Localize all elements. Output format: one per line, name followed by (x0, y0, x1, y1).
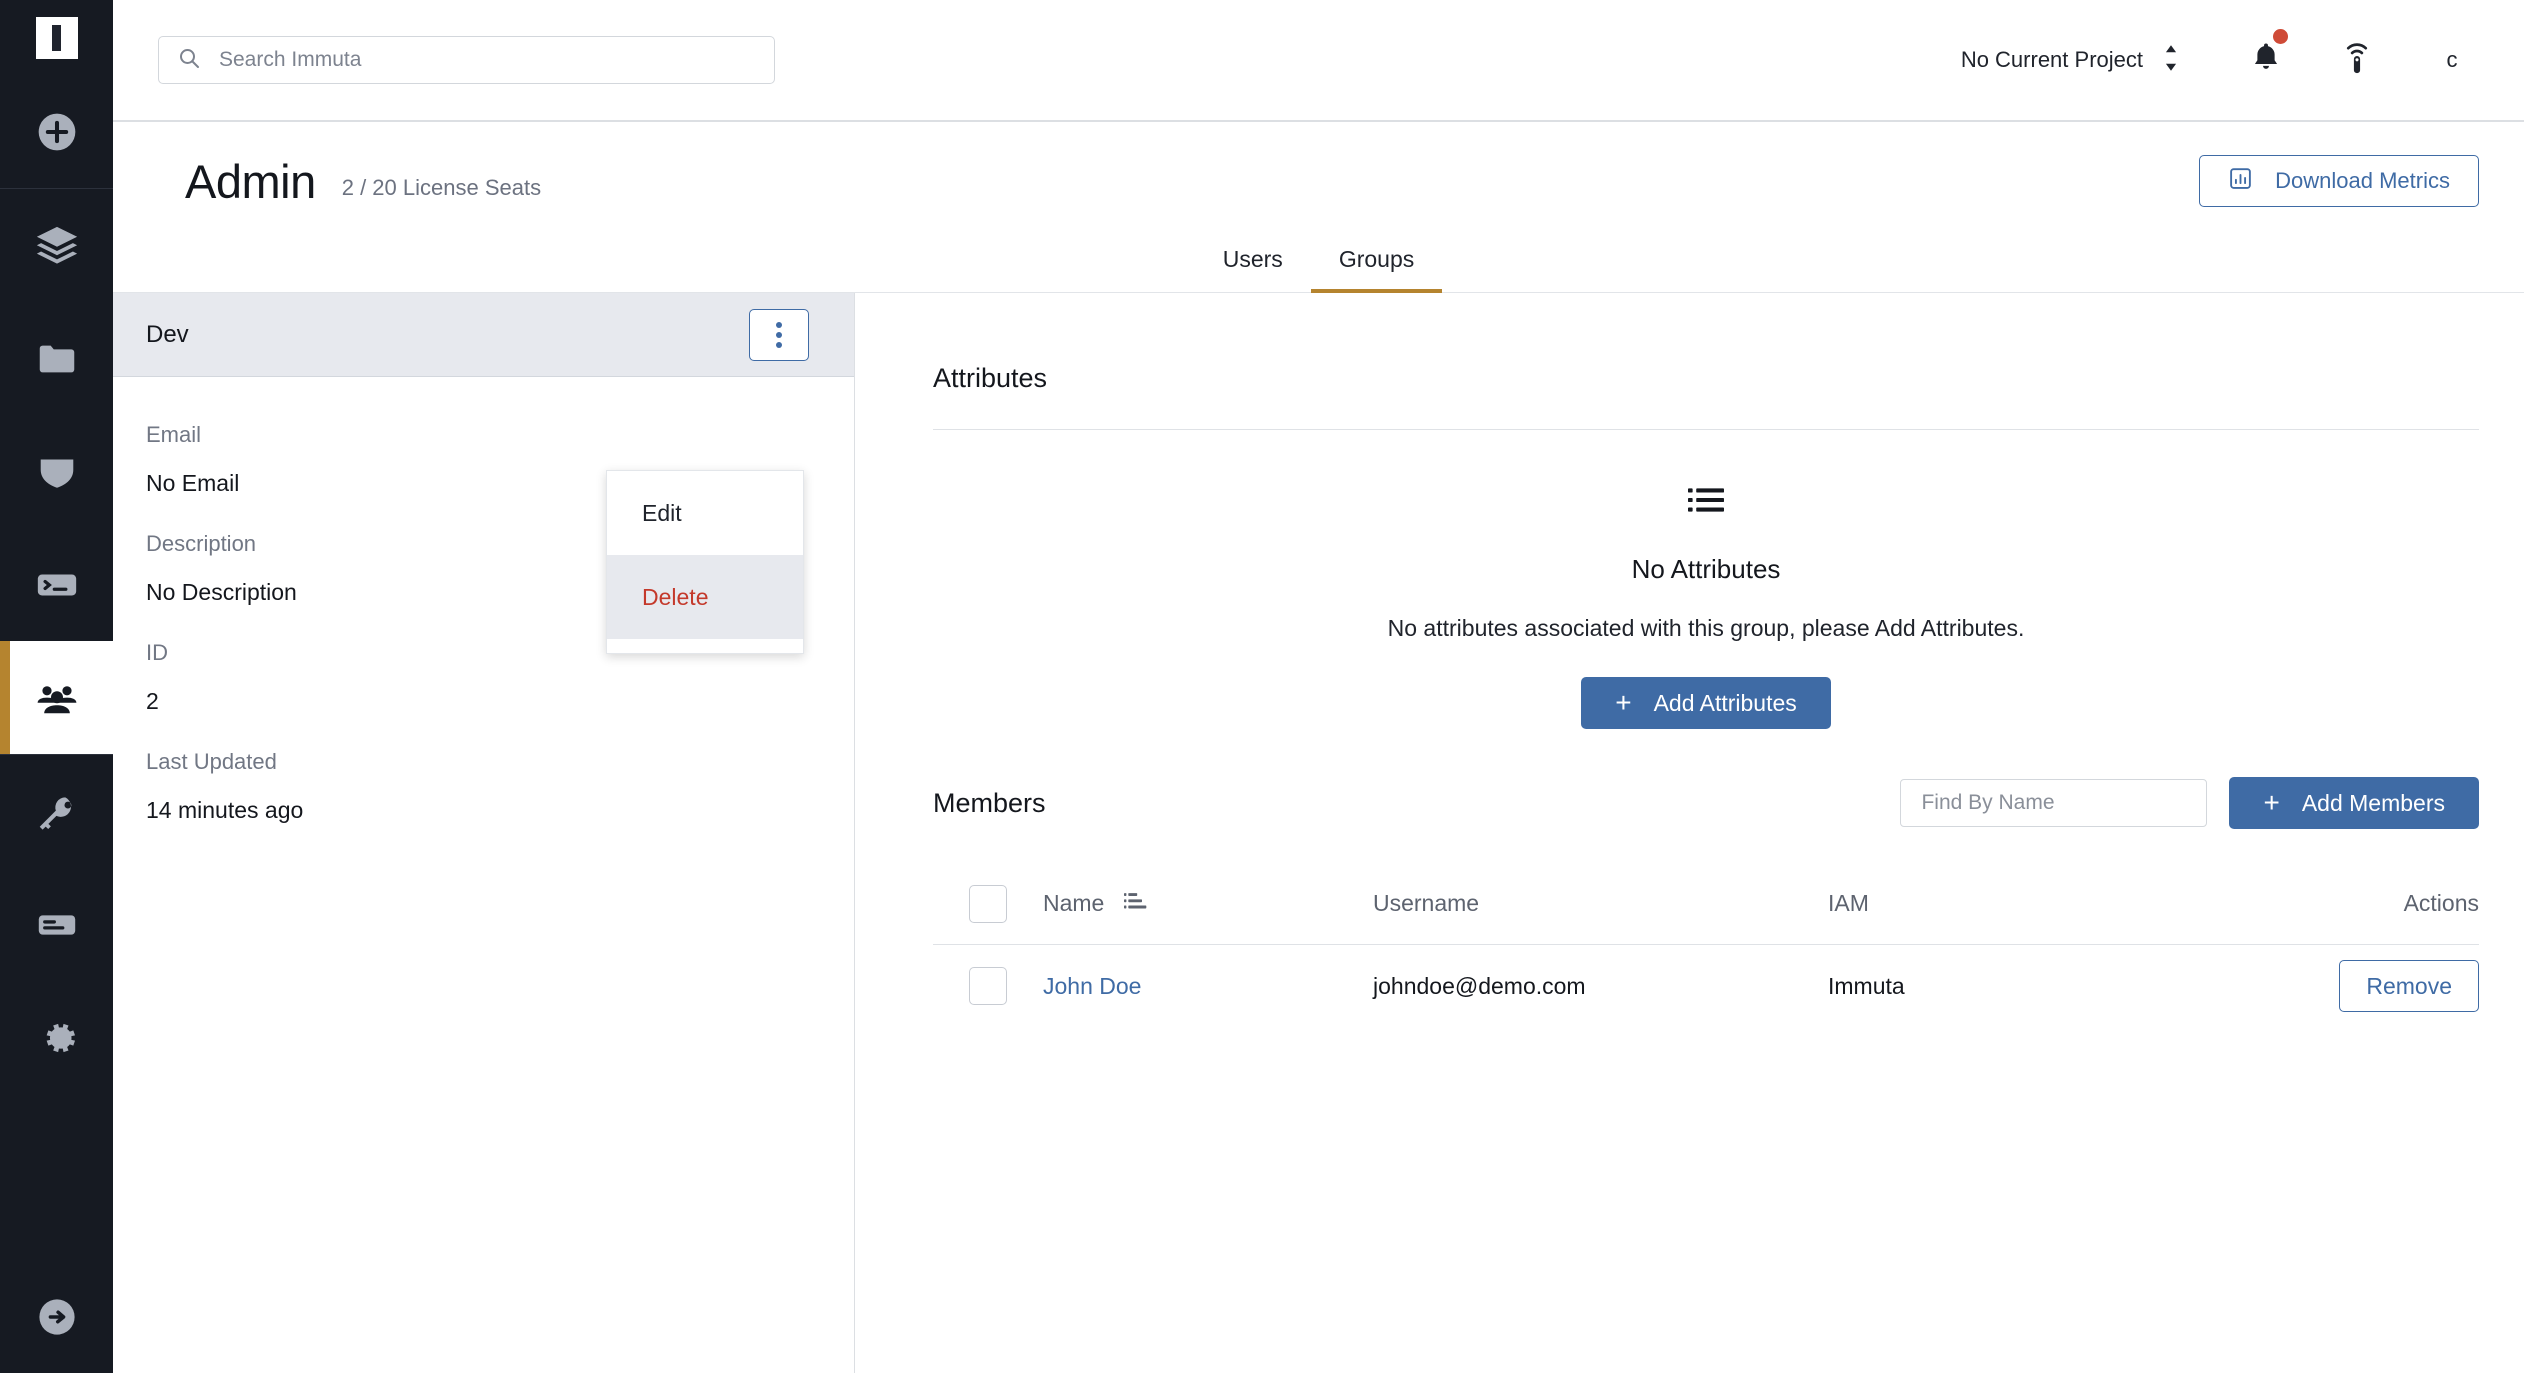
select-all-checkbox[interactable] (969, 884, 1007, 923)
row-select-cell (933, 967, 1043, 1005)
group-detail-panel: Attributes No Attributes No attributes a… (855, 293, 2524, 1373)
field-label: Email (146, 422, 202, 447)
group-name: Dev (146, 320, 189, 348)
add-attributes-label: Add Attributes (1653, 689, 1797, 716)
content-area: No Current Project (113, 0, 2524, 1373)
bell-icon (2251, 42, 2281, 78)
attributes-header: Attributes (933, 293, 2479, 394)
download-metrics-label: Download Metrics (2275, 168, 2450, 193)
member-actions-cell: Remove (2229, 960, 2479, 1012)
project-selector[interactable]: No Current Project (1951, 37, 2191, 84)
plus-icon: + (2263, 787, 2280, 818)
immuta-logo[interactable] (0, 0, 113, 75)
app-root: No Current Project (0, 0, 2524, 1373)
add-members-label: Add Members (2301, 789, 2445, 816)
members-table: Name Username IAM Actions John Doe johnd… (933, 863, 2479, 1027)
members-header: Members + Add Members (933, 729, 2479, 829)
license-seats-label: 2 / 20 License Seats (341, 175, 542, 200)
sidebar-item-audit[interactable] (0, 868, 113, 981)
broadcast-icon (2341, 40, 2373, 81)
attributes-title: Attributes (933, 363, 1048, 393)
broadcast-button[interactable] (2341, 40, 2373, 81)
tab-users[interactable]: Users (1195, 246, 1311, 293)
member-name-cell: John Doe (1043, 973, 1373, 1000)
members-search-input[interactable] (1900, 779, 2208, 827)
column-header-username[interactable]: Username (1373, 890, 1828, 917)
members-table-header: Name Username IAM Actions (933, 863, 2479, 945)
member-iam-cell: Immuta (1828, 972, 1905, 999)
plus-icon: + (1615, 687, 1632, 718)
layers-icon (34, 223, 80, 269)
bar-chart-icon (2228, 166, 2253, 197)
sidebar-item-query-engine[interactable] (0, 528, 113, 641)
field-value: 2 (146, 688, 159, 714)
vertical-dots-icon (776, 321, 782, 348)
header-actions: No Current Project c (1951, 28, 2479, 84)
attributes-empty-state: No Attributes No attributes associated w… (933, 430, 2479, 729)
people-icon (33, 674, 81, 722)
user-avatar[interactable]: c (2435, 47, 2469, 73)
key-icon (34, 789, 80, 835)
menu-item-delete[interactable]: Delete (607, 555, 803, 639)
page-title-row: Admin 2 / 20 License Seats Download Metr… (113, 122, 2524, 240)
shield-icon (34, 449, 80, 495)
sidebar-item-add-new[interactable] (0, 75, 113, 188)
global-search[interactable] (158, 36, 775, 84)
group-field-last-updated: Last Updated 14 minutes ago (146, 749, 854, 824)
field-label: Last Updated (146, 749, 277, 774)
page-title: Admin (185, 154, 316, 208)
project-selector-label: No Current Project (1960, 47, 2143, 72)
group-list-item-dev[interactable]: Dev (113, 293, 854, 377)
gear-icon (34, 1015, 80, 1061)
group-actions-menu: Edit Delete (606, 470, 804, 654)
folder-icon (34, 336, 80, 382)
column-header-name[interactable]: Name (1043, 890, 1373, 917)
sidebar-item-api-keys[interactable] (0, 755, 113, 868)
member-username-cell: johndoe@demo.com (1373, 972, 1586, 999)
sidebar-item-admin[interactable] (0, 641, 113, 754)
search-icon (177, 46, 219, 75)
select-all-cell (933, 884, 1043, 923)
search-input[interactable] (219, 48, 756, 72)
document-lines-icon (34, 902, 80, 948)
column-header-iam[interactable]: IAM (1828, 890, 2229, 917)
primary-sidebar (0, 0, 113, 1373)
sidebar-item-data-sources[interactable] (0, 189, 113, 302)
add-members-button[interactable]: + Add Members (2229, 777, 2479, 829)
sidebar-item-settings[interactable] (0, 981, 113, 1094)
download-metrics-button[interactable]: Download Metrics (2199, 155, 2479, 207)
sidebar-item-policies[interactable] (0, 415, 113, 528)
sidebar-item-sign-out[interactable] (0, 1260, 113, 1373)
notification-badge (2273, 28, 2288, 44)
sidebar-item-projects[interactable] (0, 302, 113, 415)
column-header-actions: Actions (2403, 890, 2479, 916)
chevron-up-down-icon (2161, 43, 2181, 78)
admin-body: Dev Email No Email Description No Descri… (113, 293, 2524, 1373)
column-header-name-label: Name (1043, 890, 1105, 916)
plus-circle-icon (35, 110, 79, 154)
tab-groups[interactable]: Groups (1310, 246, 1443, 293)
row-checkbox[interactable] (969, 967, 1007, 1005)
table-row: John Doe johndoe@demo.com Immuta Remove (933, 945, 2479, 1027)
attributes-empty-text: No attributes associated with this group… (1387, 615, 2025, 641)
logout-arrow-icon (35, 1295, 79, 1339)
admin-tabs: Users Groups (113, 240, 2524, 293)
attributes-empty-title: No Attributes (1631, 554, 1781, 584)
menu-item-edit[interactable]: Edit (607, 471, 803, 555)
add-attributes-button[interactable]: + Add Attributes (1581, 677, 1831, 729)
members-title: Members (933, 787, 1046, 818)
immuta-logo-icon (35, 16, 78, 59)
top-header-bar: No Current Project (113, 0, 2524, 122)
remove-member-button[interactable]: Remove (2339, 960, 2479, 1012)
member-name-link[interactable]: John Doe (1043, 973, 1141, 1000)
notifications-button[interactable] (2251, 28, 2288, 79)
terminal-icon (34, 562, 80, 608)
bulleted-list-icon (1688, 485, 1724, 520)
sort-ascending-icon[interactable] (1124, 890, 1148, 917)
groups-list-panel: Dev Email No Email Description No Descri… (113, 293, 855, 1373)
group-actions-button[interactable] (749, 308, 809, 361)
field-value: 14 minutes ago (146, 797, 304, 823)
